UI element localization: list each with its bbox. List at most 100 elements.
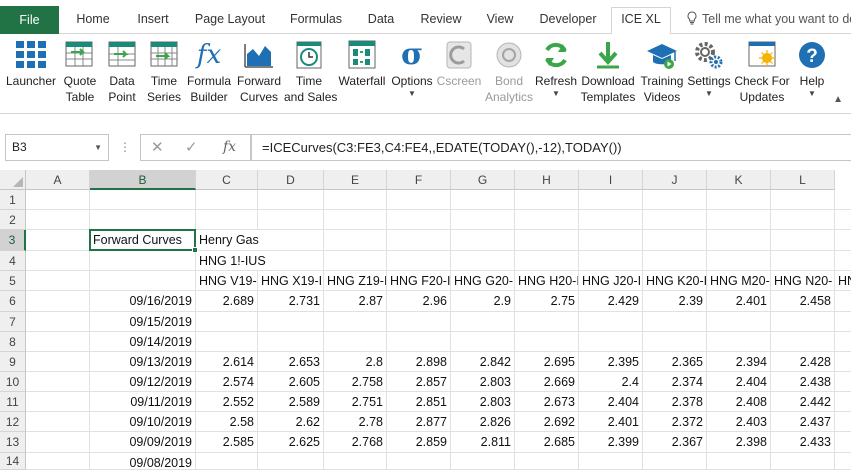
cancel-icon[interactable]: ✕ — [151, 138, 164, 156]
price-cell[interactable]: 2.58 — [196, 412, 257, 431]
price-cell[interactable]: 2.898 — [387, 352, 450, 371]
training-videos-button[interactable]: Training Videos — [638, 36, 686, 105]
row-header-3[interactable]: 3 — [0, 230, 26, 251]
date-cell[interactable]: 09/16/2019 — [90, 291, 195, 311]
price-cell[interactable]: 2.851 — [387, 392, 450, 411]
quote-table-button[interactable]: Quote Table — [60, 36, 100, 105]
tab-data[interactable]: Data — [362, 8, 400, 34]
price-cell[interactable]: 2.585 — [196, 432, 257, 452]
price-cell[interactable]: 2.87 — [324, 291, 386, 311]
price-cell[interactable]: 2.96 — [387, 291, 450, 311]
price-cell[interactable]: 2.692 — [515, 412, 578, 431]
date-cell[interactable]: 09/14/2019 — [90, 332, 195, 351]
refresh-dropdown-caret[interactable]: ▼ — [534, 89, 578, 99]
row-header-7[interactable]: 7 — [0, 312, 26, 332]
tab-view[interactable]: View — [480, 8, 520, 34]
tab-formulas[interactable]: Formulas — [283, 8, 349, 34]
column-header-j[interactable]: J — [643, 170, 707, 190]
tab-page-layout[interactable]: Page Layout — [190, 8, 270, 34]
price-cell[interactable]: 2.689 — [196, 291, 257, 311]
price-cell[interactable]: 2.408 — [707, 392, 770, 411]
price-cell[interactable]: 2.685 — [515, 432, 578, 452]
row-header-11[interactable]: 11 — [0, 392, 26, 412]
price-cell[interactable]: 2.398 — [707, 432, 770, 452]
price-cell[interactable]: 2.404 — [579, 392, 642, 411]
tab-file[interactable]: File — [0, 6, 59, 34]
row-header-12[interactable]: 12 — [0, 412, 26, 432]
date-cell[interactable]: 09/11/2019 — [90, 392, 195, 411]
launcher-button[interactable]: Launcher — [4, 36, 58, 89]
date-cell[interactable]: 09/13/2019 — [90, 352, 195, 371]
column-header-f[interactable]: F — [387, 170, 451, 190]
price-cell[interactable]: 2.614 — [196, 352, 257, 371]
price-cell[interactable]: 2.429 — [579, 291, 642, 311]
price-cell[interactable]: 2.394 — [707, 352, 770, 371]
name-box[interactable]: B3 ▼ — [5, 134, 109, 161]
price-cell[interactable]: 2.589 — [258, 392, 323, 411]
contract-header[interactable]: HN — [835, 271, 851, 290]
price-cell[interactable]: 2.731 — [258, 291, 323, 311]
worksheet-grid[interactable]: A B C D E F G H I J K L 1 2 3 4 5 6 7 8 9 10 11 12 13 14 Forward C… — [0, 170, 851, 470]
enter-icon[interactable]: ✓ — [185, 138, 198, 156]
price-cell[interactable]: 2.842 — [451, 352, 514, 371]
tab-insert[interactable]: Insert — [128, 8, 178, 34]
price-cell[interactable]: 2.458 — [771, 291, 834, 311]
row-header-13[interactable]: 13 — [0, 432, 26, 453]
cscreen-button[interactable]: Cscreen — [436, 36, 482, 89]
column-header-e[interactable]: E — [324, 170, 387, 190]
price-cell[interactable]: 2.574 — [196, 372, 257, 391]
price-cell[interactable]: 2.378 — [643, 392, 706, 411]
price-cell[interactable]: 2.404 — [707, 372, 770, 391]
tab-ice-xl[interactable]: ICE XL — [611, 7, 671, 35]
price-cell[interactable]: 2.695 — [515, 352, 578, 371]
time-series-button[interactable]: Time Series — [144, 36, 184, 105]
contract-header[interactable]: HNG Z19-I — [324, 271, 386, 290]
price-cell[interactable]: 2.859 — [387, 432, 450, 452]
tab-review[interactable]: Review — [415, 8, 467, 34]
formula-input[interactable]: =ICECurves(C3:FE3,C4:FE4,,EDATE(TODAY(),… — [251, 134, 851, 161]
collapse-ribbon-icon[interactable]: ▲ — [833, 94, 843, 105]
date-cell[interactable]: 09/09/2019 — [90, 432, 195, 452]
refresh-button[interactable]: Refresh ▼ — [534, 36, 578, 99]
insert-function-icon[interactable]: fx — [223, 139, 236, 155]
date-cell[interactable]: 09/08/2019 — [90, 453, 195, 469]
contract-header[interactable]: HNG J20-I — [579, 271, 642, 290]
price-cell[interactable]: 2.8 — [324, 352, 386, 371]
date-cell[interactable]: 09/12/2019 — [90, 372, 195, 391]
row-header-6[interactable]: 6 — [0, 291, 26, 312]
options-button[interactable]: σ Options ▼ — [390, 36, 434, 99]
column-header-g[interactable]: G — [451, 170, 515, 190]
column-header-a[interactable]: A — [26, 170, 90, 190]
price-cell[interactable]: 2.803 — [451, 372, 514, 391]
column-header-c[interactable]: C — [196, 170, 258, 190]
formula-bar-grip-icon[interactable]: ⋮ — [119, 140, 131, 154]
contract-header[interactable]: HNG G20-I — [451, 271, 514, 290]
tell-me-search[interactable]: Tell me what you want to do — [686, 8, 851, 30]
date-cell[interactable]: 09/15/2019 — [90, 312, 195, 331]
row-header-4[interactable]: 4 — [0, 251, 26, 271]
data-point-button[interactable]: Data Point — [104, 36, 140, 105]
price-cell[interactable]: 2.751 — [324, 392, 386, 411]
price-cell[interactable]: 2.374 — [643, 372, 706, 391]
price-cell[interactable]: 2.433 — [771, 432, 834, 452]
price-cell[interactable]: 2.399 — [579, 432, 642, 452]
price-cell[interactable]: 2.75 — [515, 291, 578, 311]
contract-header[interactable]: HNG H20-I — [515, 271, 578, 290]
price-cell[interactable]: 2.367 — [643, 432, 706, 452]
price-cell[interactable]: 2.39 — [643, 291, 706, 311]
contract-header[interactable]: HNG V19-I — [196, 271, 257, 290]
download-templates-button[interactable]: Download Templates — [580, 36, 636, 105]
price-cell[interactable]: 2.437 — [771, 412, 834, 431]
price-cell[interactable]: 2.669 — [515, 372, 578, 391]
row-header-1[interactable]: 1 — [0, 190, 26, 210]
price-cell[interactable]: 2.803 — [451, 392, 514, 411]
price-cell[interactable]: 2.401 — [579, 412, 642, 431]
price-cell[interactable]: 2.857 — [387, 372, 450, 391]
settings-dropdown-caret[interactable]: ▼ — [686, 89, 732, 99]
waterfall-button[interactable]: Waterfall — [336, 36, 388, 89]
column-header-b[interactable]: B — [90, 170, 196, 190]
price-cell[interactable]: 2.372 — [643, 412, 706, 431]
price-cell[interactable]: 2.605 — [258, 372, 323, 391]
cell-c4-symbol[interactable]: HNG 1!-IUS — [196, 251, 316, 270]
price-cell[interactable]: 2.4 — [579, 372, 642, 391]
